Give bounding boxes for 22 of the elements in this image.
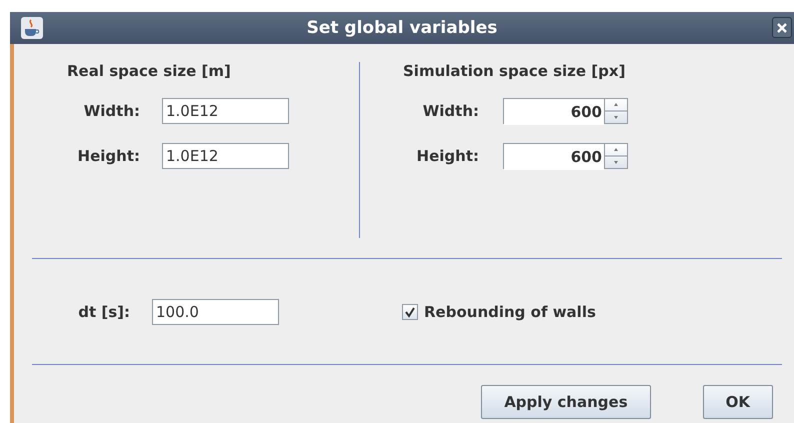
number-spinner[interactable]: 600: [503, 98, 628, 124]
close-icon: [777, 22, 787, 32]
checkbox-label: Rebounding of walls: [424, 302, 596, 320]
field-label: Width:: [422, 102, 479, 120]
section-heading: Simulation space size [px]: [403, 62, 626, 80]
spinner-arrows-icon[interactable]: [604, 144, 627, 168]
spinner-arrows-icon[interactable]: [604, 99, 627, 123]
apply-button[interactable]: Apply changes: [481, 385, 651, 419]
field-label: dt [s]:: [77, 302, 130, 320]
number-spinner[interactable]: 600: [503, 143, 628, 169]
checkbox[interactable]: [402, 304, 418, 320]
coffee-cup-icon: [20, 16, 44, 40]
window-title: Set global variables: [306, 18, 498, 38]
section-heading: Real space size [m]: [67, 62, 232, 80]
field-label: Height:: [76, 147, 140, 165]
text-field[interactable]: 100.0: [152, 298, 279, 324]
text-field[interactable]: 1.0E12: [162, 98, 289, 124]
text-field[interactable]: 1.0E12: [162, 143, 289, 169]
field-label: Width:: [82, 102, 140, 120]
field-label: Height:: [416, 147, 479, 165]
close-button[interactable]: [772, 17, 792, 38]
ok-button[interactable]: OK: [702, 385, 773, 419]
